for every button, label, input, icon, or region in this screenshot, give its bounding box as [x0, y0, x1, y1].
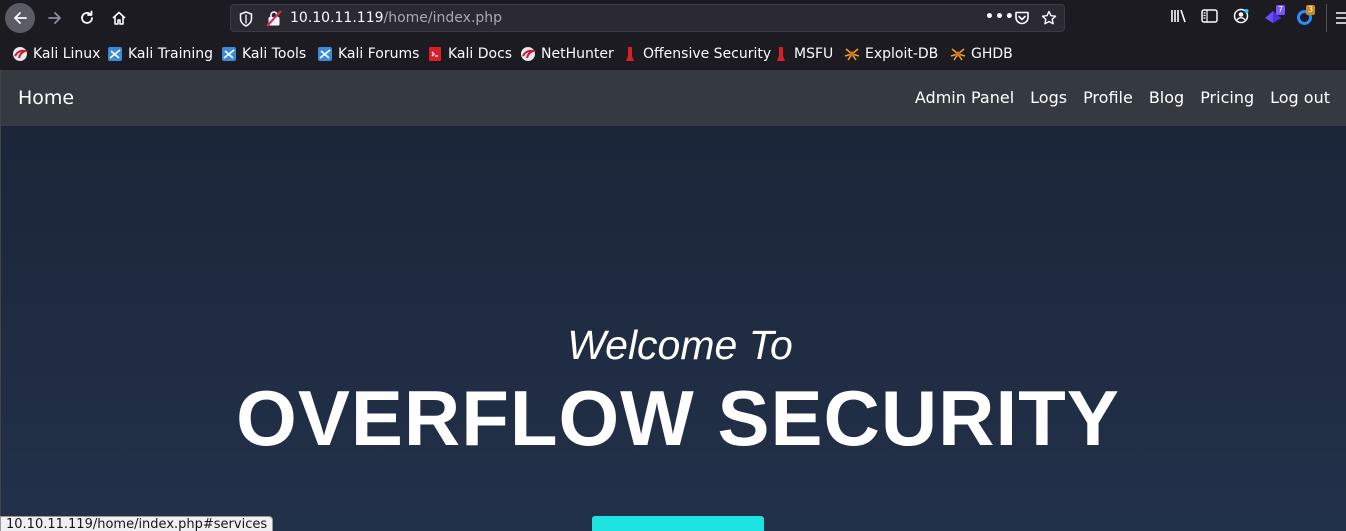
bookmark-label: GHDB [971, 46, 1013, 62]
browser-toolbar: 10.10.11.119/home/index.php ••• 7 3 [0, 0, 1346, 36]
url-text[interactable]: 10.10.11.119/home/index.php [290, 10, 502, 26]
bookmark-label: Offensive Security [643, 46, 772, 62]
bookmark-kali-tools[interactable]: Kali Tools [221, 45, 306, 63]
toolbar-divider [1326, 4, 1327, 32]
kali-dragon-icon [12, 46, 29, 62]
bookmark-msfu[interactable]: MSFU [773, 45, 833, 63]
home-icon [112, 11, 126, 25]
nethunter-icon [520, 46, 537, 62]
nav-link-blog[interactable]: Blog [1149, 88, 1184, 107]
bookmarks-toolbar: Kali Linux Kali Training Kali Tools Kali… [0, 36, 1346, 70]
home-button[interactable] [104, 3, 134, 33]
bookmark-label: Kali Linux [33, 46, 101, 62]
bookmark-offensive-security[interactable]: Offensive Security [622, 45, 771, 63]
bookmark-kali-docs[interactable]: Kali Docs [427, 45, 512, 63]
bookmark-label: Kali Docs [448, 46, 513, 62]
address-bar[interactable]: 10.10.11.119/home/index.php ••• [230, 4, 1065, 32]
ghdb-icon [950, 46, 966, 62]
url-path: /home/index.php [383, 10, 503, 26]
tracking-shield-icon[interactable] [239, 11, 253, 27]
extension-badge: 3 [1306, 5, 1316, 15]
bookmark-star-icon[interactable] [1041, 10, 1057, 26]
kali-training-icon [107, 46, 123, 62]
exploitdb-icon [844, 46, 860, 62]
nav-link-pricing[interactable]: Pricing [1200, 88, 1254, 107]
bookmark-kali-training[interactable]: Kali Training [107, 45, 213, 63]
offsec-icon [622, 46, 638, 62]
reload-button[interactable] [72, 3, 102, 33]
arrow-right-icon [48, 12, 61, 24]
reload-icon [81, 10, 93, 24]
kali-tools-icon [221, 46, 237, 62]
forward-button[interactable] [40, 3, 70, 33]
status-link-preview: 10.10.11.119/home/index.php#services [0, 516, 274, 531]
nav-link-log-out[interactable]: Log out [1270, 88, 1330, 107]
navbar-links: Admin Panel Logs Profile Blog Pricing Lo… [915, 88, 1330, 107]
nav-link-profile[interactable]: Profile [1083, 88, 1133, 107]
kali-forums-icon [317, 46, 333, 62]
bookmark-kali-linux[interactable]: Kali Linux [12, 45, 100, 63]
back-button[interactable] [5, 3, 35, 33]
library-icon[interactable] [1170, 8, 1188, 24]
kali-docs-icon [427, 46, 443, 62]
bookmark-label: NetHunter [541, 46, 614, 62]
bookmark-kali-forums[interactable]: Kali Forums [317, 45, 419, 63]
page-actions-menu[interactable]: ••• [985, 9, 1015, 25]
bookmark-label: MSFU [794, 46, 834, 62]
navbar-brand-home[interactable]: Home [18, 87, 74, 109]
bookmark-exploit-db[interactable]: Exploit-DB [844, 45, 938, 63]
web-page: Home Admin Panel Logs Profile Blog Prici… [0, 70, 1346, 531]
insecure-lock-icon[interactable] [266, 10, 282, 27]
extension-badge: 7 [1276, 5, 1286, 15]
hero-cta-button[interactable] [592, 516, 764, 531]
nav-link-admin-panel[interactable]: Admin Panel [915, 88, 1014, 107]
hero-subheading: Welcome To [567, 322, 793, 368]
bookmark-label: Kali Training [128, 46, 213, 62]
arrow-left-icon [14, 12, 27, 24]
account-icon[interactable] [1233, 8, 1249, 24]
pocket-icon[interactable] [1014, 10, 1030, 26]
hero-heading: OVERFLOW SECURITY [236, 374, 1120, 462]
bookmark-ghdb[interactable]: GHDB [950, 45, 1013, 63]
bookmark-label: Kali Tools [242, 46, 307, 62]
nav-link-logs[interactable]: Logs [1030, 88, 1067, 107]
bookmark-nethunter[interactable]: NetHunter [520, 45, 614, 63]
bookmark-label: Kali Forums [338, 46, 420, 62]
msfu-icon [773, 46, 789, 62]
url-host: 10.10.11.119 [290, 10, 384, 26]
site-navbar: Home Admin Panel Logs Profile Blog Prici… [1, 70, 1346, 126]
bookmark-label: Exploit-DB [865, 46, 939, 62]
sidebar-icon[interactable] [1201, 8, 1218, 24]
hamburger-menu-icon[interactable] [1336, 11, 1346, 25]
